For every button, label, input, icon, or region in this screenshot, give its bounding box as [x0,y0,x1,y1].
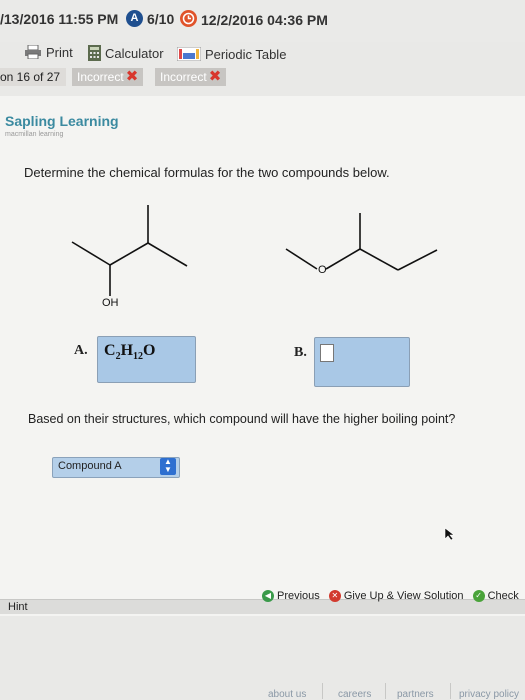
check-button[interactable]: ✓ Check [472,590,519,603]
calculator-button[interactable]: Calculator [88,45,164,64]
label-a: A. [74,343,88,358]
incorrect-x-icon: ✖ [125,68,139,85]
compound-select-value: Compound A [58,460,122,472]
periodic-table-icon [176,46,202,64]
footer-partners[interactable]: partners [397,689,434,700]
hint-button[interactable]: Hint [8,601,28,613]
oh-label: OH [102,297,119,309]
give-up-label: Give Up & View Solution [343,590,464,602]
previous-label: Previous [277,590,320,602]
answer-b-cursor[interactable] [320,344,334,362]
molecule-structures: OH O [71,205,438,309]
compound-a-structure [71,205,188,296]
current-datetime: /13/2016 11:55 PM [0,11,119,27]
brand-subtitle: macmillan learning [5,131,64,138]
periodic-table-label: Periodic Table [205,47,287,62]
score-count: 6/10 [147,11,175,27]
o-label: O [318,264,327,276]
previous-button[interactable]: ◀ Previous [262,590,323,603]
footer-privacy-policy[interactable]: privacy policy [459,689,519,700]
previous-icon: ◀ [262,590,274,603]
answer-a-formula: C2H12O [104,342,156,363]
action-buttons: ◀ Previous ✕ Give Up & View Solution ✓ Chec… [262,590,519,612]
incorrect-x-icon: ✖ [208,68,222,85]
clock-icon [180,10,197,27]
boiling-point-question: Based on their structures, which compoun… [28,412,456,426]
footer-divider [385,683,386,699]
give-up-button[interactable]: ✕ Give Up & View Solution [328,590,467,603]
brand-logo: Sapling Learning [5,113,119,129]
footer-careers[interactable]: careers [338,689,371,700]
select-arrows-icon[interactable]: ▲ ▼ [160,458,176,475]
calculator-label: Calculator [105,45,164,61]
calculator-icon [88,45,101,64]
check-icon: ✓ [472,590,485,603]
give-up-icon: ✕ [328,590,341,603]
attempt-tab-1[interactable]: Incorrect ✖ [72,68,144,86]
assignment-icon: A [126,10,143,27]
periodic-table-button[interactable]: Periodic Table [176,46,287,64]
question-prompt: Determine the chemical formulas for the … [24,165,390,180]
print-button[interactable]: Print [24,44,73,62]
attempt-label: Incorrect [160,70,207,84]
attempt-label: Incorrect [77,70,124,84]
printer-icon [24,44,42,62]
print-label: Print [46,45,73,60]
check-label: Check [487,590,519,602]
question-number-tab[interactable]: on 16 of 27 [0,68,67,86]
footer-about-us[interactable]: about us [268,689,306,700]
mouse-cursor-icon [444,527,455,541]
due-datetime: 12/2/2016 04:36 PM [201,12,328,28]
footer-divider [322,683,323,699]
footer-divider [450,683,451,699]
attempt-tab-2[interactable]: Incorrect ✖ [155,68,227,86]
compound-b-structure [285,213,438,271]
label-b: B. [294,345,307,360]
